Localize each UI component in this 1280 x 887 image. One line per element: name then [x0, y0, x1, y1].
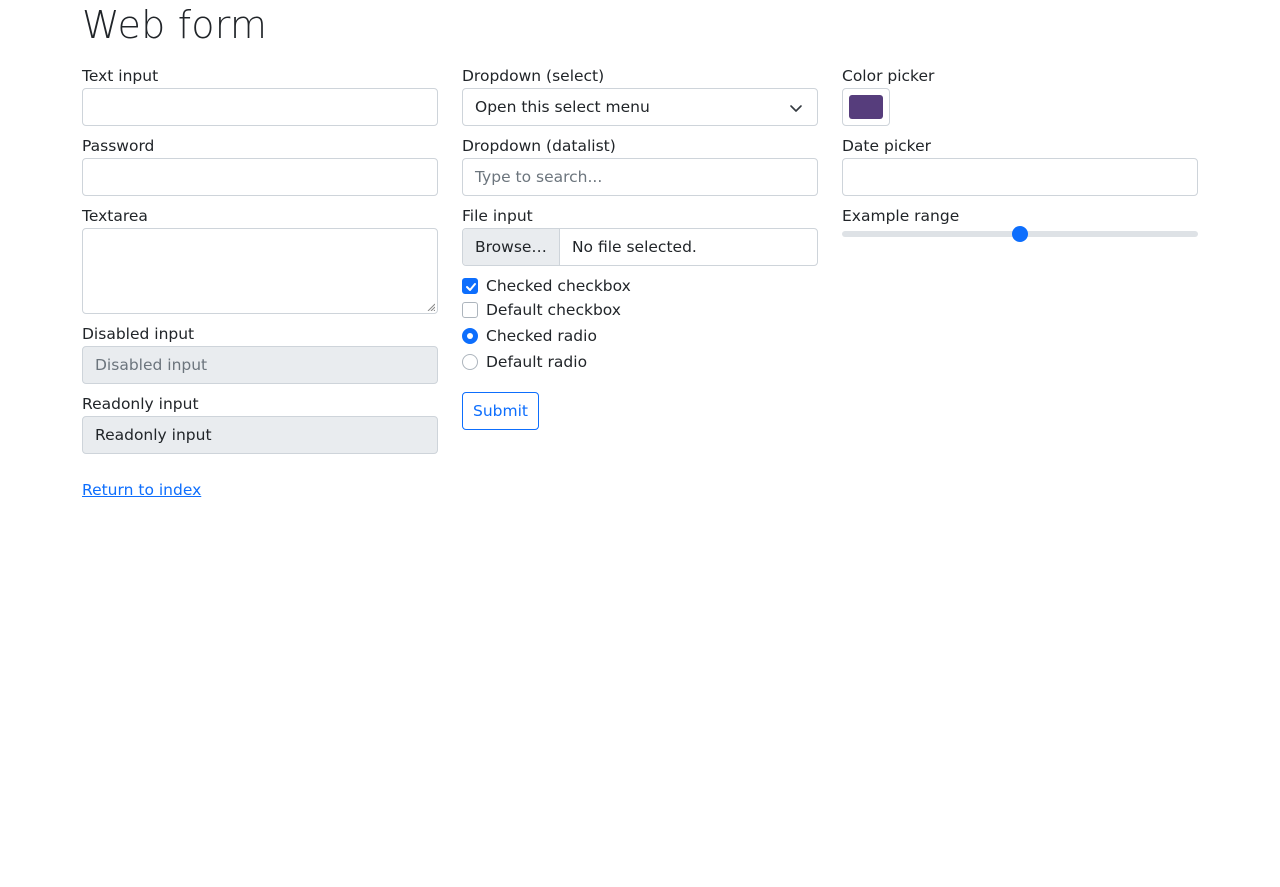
textarea-group: Textarea	[82, 206, 438, 314]
textarea-label: Textarea	[82, 207, 148, 225]
text-input[interactable]	[82, 88, 438, 126]
date-input[interactable]	[842, 158, 1198, 196]
password-input[interactable]	[82, 158, 438, 196]
select-group: Dropdown (select) Open this select menu	[462, 66, 818, 126]
checkbox-default-box[interactable]	[462, 302, 478, 318]
readonly-input-group: Readonly input Readonly input	[82, 394, 438, 454]
textarea-input[interactable]	[82, 228, 438, 314]
check-icon	[466, 283, 476, 291]
date-picker-label: Date picker	[842, 137, 931, 155]
password-label: Password	[82, 137, 155, 155]
checkbox-default[interactable]: Default checkbox	[462, 298, 621, 322]
select-label: Dropdown (select)	[462, 67, 605, 85]
dropdown-select[interactable]: Open this select menu	[462, 88, 818, 126]
browse-button[interactable]: Browse…	[463, 229, 560, 265]
page-title: Web form	[82, 3, 268, 47]
text-input-group: Text input	[82, 66, 438, 126]
radio-checked-circle[interactable]	[462, 328, 478, 344]
range-thumb[interactable]	[1012, 226, 1028, 242]
submit-button[interactable]: Submit	[462, 392, 539, 430]
radio-checked[interactable]: Checked radio	[462, 324, 597, 348]
datalist-placeholder: Type to search...	[475, 168, 603, 186]
checkbox-default-label: Default checkbox	[486, 301, 621, 319]
range-group: Example range	[842, 206, 1198, 242]
disabled-input: Disabled input	[82, 346, 438, 384]
file-input[interactable]: Browse… No file selected.	[462, 228, 818, 266]
datalist-label: Dropdown (datalist)	[462, 137, 616, 155]
radio-default-circle[interactable]	[462, 354, 478, 370]
range-slider[interactable]	[842, 226, 1198, 242]
readonly-input[interactable]: Readonly input	[82, 416, 438, 454]
color-picker-group: Color picker	[842, 66, 1198, 126]
return-to-index-link[interactable]: Return to index	[82, 480, 201, 500]
readonly-input-label: Readonly input	[82, 395, 199, 413]
radio-default[interactable]: Default radio	[462, 350, 587, 374]
file-status: No file selected.	[571, 238, 697, 256]
text-input-label: Text input	[82, 67, 159, 85]
color-picker-label: Color picker	[842, 67, 935, 85]
date-picker-group: Date picker	[842, 136, 1198, 196]
password-group: Password	[82, 136, 438, 196]
disabled-input-group: Disabled input Disabled input	[82, 324, 438, 384]
radio-checked-label: Checked radio	[486, 327, 597, 345]
range-label: Example range	[842, 207, 960, 225]
chevron-down-icon	[790, 105, 802, 112]
file-input-group: File input Browse… No file selected.	[462, 206, 818, 266]
color-picker[interactable]	[842, 88, 890, 126]
disabled-input-label: Disabled input	[82, 325, 195, 343]
datalist-input[interactable]: Type to search...	[462, 158, 818, 196]
color-swatch	[849, 95, 883, 119]
radio-default-label: Default radio	[486, 353, 588, 371]
checkbox-checked[interactable]: Checked checkbox	[462, 274, 631, 298]
checkbox-checked-label: Checked checkbox	[486, 277, 631, 295]
resize-grip-icon[interactable]	[427, 303, 435, 311]
datalist-group: Dropdown (datalist) Type to search...	[462, 136, 818, 196]
file-input-label: File input	[462, 207, 533, 225]
select-value: Open this select menu	[475, 98, 650, 116]
checkbox-checked-box[interactable]	[462, 278, 478, 294]
